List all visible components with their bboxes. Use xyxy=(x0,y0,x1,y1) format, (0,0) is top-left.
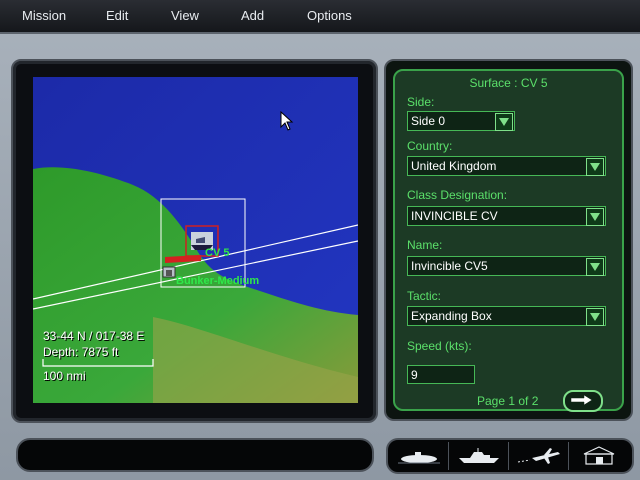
add-submarine-button[interactable] xyxy=(390,442,449,470)
aircraft-icon xyxy=(517,448,560,464)
name-label: Name: xyxy=(407,238,443,252)
class-value: INVINCIBLE CV xyxy=(411,209,498,223)
menu-bar: Mission Edit View Add Options xyxy=(0,0,640,34)
submarine-icon xyxy=(398,452,440,464)
ship-icon xyxy=(459,448,499,463)
country-dropdown[interactable]: United Kingdom xyxy=(407,156,606,176)
name-value: Invincible CV5 xyxy=(411,259,488,273)
menu-add[interactable]: Add xyxy=(241,8,264,23)
arrow-right-icon xyxy=(570,394,593,406)
unit-label-cv5: CV 5 xyxy=(205,247,230,259)
chevron-down-icon[interactable] xyxy=(586,308,604,326)
page-indicator: Page 1 of 2 xyxy=(477,394,539,408)
speed-label: Speed (kts): xyxy=(407,339,472,353)
tactic-label: Tactic: xyxy=(407,289,442,303)
chevron-down-icon[interactable] xyxy=(586,208,604,226)
speed-value: 9 xyxy=(411,368,418,382)
tactical-map[interactable]: CV 5 Bunker-Medium 33-44 N / 017-38 E De… xyxy=(33,77,358,403)
menu-mission[interactable]: Mission xyxy=(22,8,66,23)
building-icon xyxy=(583,446,615,465)
add-aircraft-button[interactable] xyxy=(510,442,569,470)
class-label: Class Designation: xyxy=(407,188,508,202)
coordinates-readout: 33-44 N / 017-38 E xyxy=(43,329,145,343)
name-dropdown[interactable]: Invincible CV5 xyxy=(407,256,606,276)
unit-label-bunker: Bunker-Medium xyxy=(176,275,260,287)
properties-frame: Surface : CV 5 Side: Side 0 Country: Uni… xyxy=(384,59,633,421)
map-frame: CV 5 Bunker-Medium 33-44 N / 017-38 E De… xyxy=(11,59,378,423)
country-value: United Kingdom xyxy=(411,159,497,173)
add-building-button[interactable] xyxy=(570,442,628,470)
country-label: Country: xyxy=(407,139,453,153)
class-dropdown[interactable]: INVINCIBLE CV xyxy=(407,206,606,226)
menu-view[interactable]: View xyxy=(171,8,199,23)
next-page-button[interactable] xyxy=(563,390,603,412)
tactic-value: Expanding Box xyxy=(411,309,492,323)
mouse-pointer-icon xyxy=(280,111,294,131)
side-value: Side 0 xyxy=(411,114,446,128)
menu-options[interactable]: Options xyxy=(307,8,352,23)
status-bar xyxy=(16,438,374,472)
side-dropdown[interactable]: Side 0 xyxy=(407,111,515,131)
chevron-down-icon[interactable] xyxy=(586,258,604,276)
panel-title: Surface : CV 5 xyxy=(469,76,548,90)
side-label: Side: xyxy=(407,95,435,109)
chevron-down-icon[interactable] xyxy=(495,113,513,131)
add-ship-button[interactable] xyxy=(450,442,509,470)
unit-properties-panel: Surface : CV 5 Side: Side 0 Country: Uni… xyxy=(393,69,624,412)
scale-label: 100 nmi xyxy=(43,369,86,383)
unit-type-toolbar xyxy=(386,438,634,474)
speed-input[interactable]: 9 xyxy=(407,365,475,384)
chevron-down-icon[interactable] xyxy=(586,158,604,176)
menu-edit[interactable]: Edit xyxy=(106,8,128,23)
depth-readout: Depth: 7875 ft xyxy=(43,345,119,359)
tactic-dropdown[interactable]: Expanding Box xyxy=(407,306,606,326)
